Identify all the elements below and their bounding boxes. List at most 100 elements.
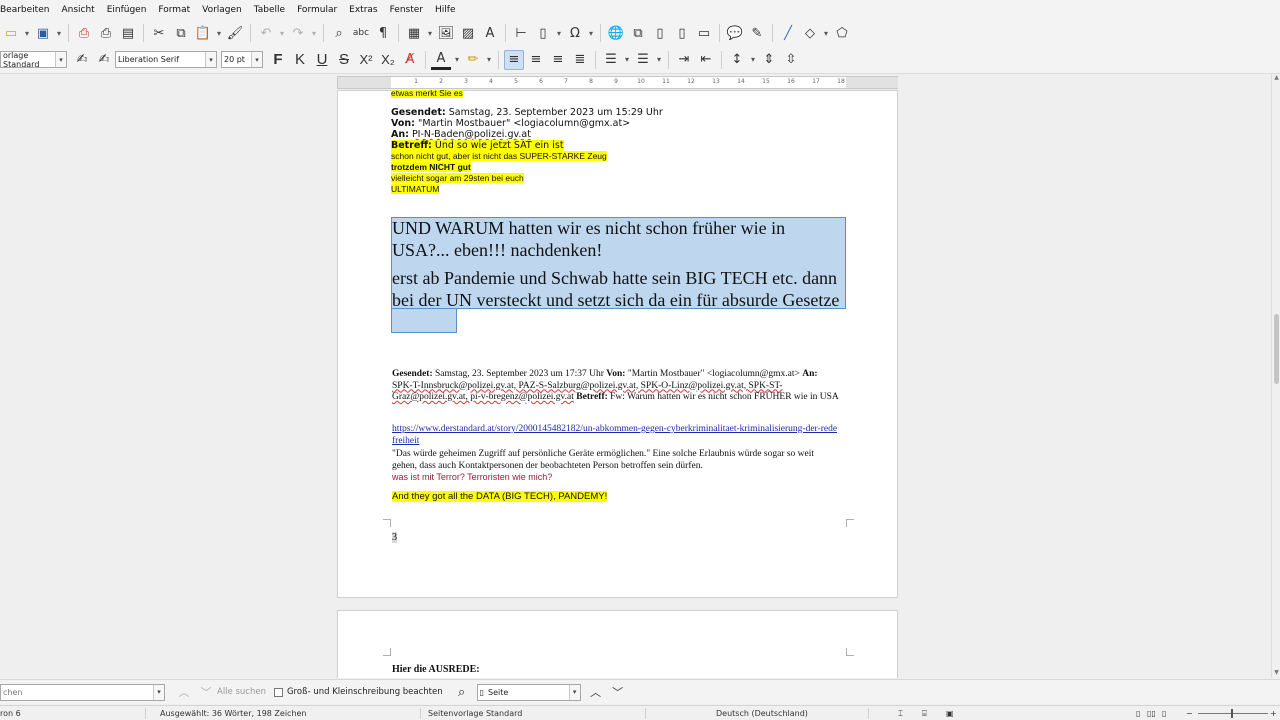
find-replace-icon[interactable]: ⌕	[452, 682, 472, 702]
open-folder-icon[interactable]: ▭	[1, 23, 21, 43]
print-preview-icon[interactable]: ▤	[118, 23, 138, 43]
find-previous-icon[interactable]: ︿	[174, 682, 194, 702]
insert-pagebreak-icon[interactable]: ⊢	[511, 23, 531, 43]
redo-icon[interactable]: ↷	[288, 23, 308, 43]
menu-bearbeiten[interactable]: Bearbeiten	[0, 5, 55, 15]
word-count-status[interactable]: Ausgewählt: 36 Wörter, 198 Zeichen	[160, 709, 307, 718]
selected-large-text[interactable]: UND WARUM hatten wir es nicht schon früh…	[392, 217, 842, 311]
numbered-list-icon[interactable]: ☰	[633, 50, 653, 70]
table-dropdown-icon[interactable]: ▾	[425, 23, 435, 43]
bold-button[interactable]: F	[267, 50, 289, 70]
find-search-input[interactable]: chen ▾	[0, 683, 165, 701]
clear-formatting-icon[interactable]: A̸	[400, 50, 420, 70]
insert-comment-icon[interactable]: 💬	[725, 23, 745, 43]
multi-page-view-icon[interactable]: ▯▯	[1147, 709, 1156, 718]
zoom-slider[interactable]	[1198, 713, 1268, 714]
navigate-next-icon[interactable]: ﹀	[608, 682, 628, 702]
selection-mode-icon[interactable]: ⌸	[922, 709, 927, 719]
find-replace-icon[interactable]: ⌕	[329, 23, 349, 43]
chevron-down-icon[interactable]: ▾	[568, 684, 580, 700]
align-center-icon[interactable]: ≡	[526, 50, 546, 70]
navigate-previous-icon[interactable]: ︿	[586, 682, 606, 702]
paragraph-spacing-decrease-icon[interactable]: ⇳	[781, 50, 801, 70]
paste-icon[interactable]: 📋	[193, 23, 213, 43]
draw-functions-icon[interactable]: ⬠	[832, 23, 852, 43]
menu-format[interactable]: Format	[152, 5, 196, 15]
italic-button[interactable]: K	[289, 50, 311, 70]
book-view-icon[interactable]: ▯	[1162, 709, 1166, 718]
document-modified-icon[interactable]: ▣	[946, 709, 954, 718]
new-style-icon[interactable]: ✍	[94, 50, 114, 70]
insert-line-icon[interactable]: ╱	[778, 23, 798, 43]
page-count-status[interactable]: ron 6	[0, 709, 21, 718]
field-dropdown-icon[interactable]: ▾	[554, 23, 564, 43]
font-color-dropdown-icon[interactable]: ▾	[452, 50, 462, 70]
find-next-icon[interactable]: ﹀	[196, 682, 216, 702]
insert-bookmark-icon[interactable]: ▯	[672, 23, 692, 43]
highlight-dropdown-icon[interactable]: ▾	[484, 50, 494, 70]
scroll-down-icon[interactable]: ▼	[1272, 669, 1280, 678]
export-pdf-icon[interactable]: ⎙	[74, 23, 94, 43]
menu-vorlagen[interactable]: Vorlagen	[196, 5, 248, 15]
save-icon[interactable]: ▣	[33, 23, 53, 43]
basic-shapes-icon[interactable]: ◇	[800, 23, 820, 43]
insert-image-icon[interactable]: 🖼	[436, 23, 456, 43]
decrease-indent-icon[interactable]: ⇤	[696, 50, 716, 70]
insert-textbox-icon[interactable]: A	[480, 23, 500, 43]
special-char-dropdown-icon[interactable]: ▾	[586, 23, 596, 43]
strikethrough-icon[interactable]: S	[333, 50, 355, 70]
vertical-scrollbar[interactable]: ▲ ▼	[1271, 74, 1280, 678]
menu-extras[interactable]: Extras	[343, 5, 383, 15]
clone-formatting-icon[interactable]: 🖌	[225, 23, 245, 43]
menu-einfuegen[interactable]: Einfügen	[101, 5, 153, 15]
font-color-icon[interactable]: A	[431, 50, 451, 70]
zoom-out-icon[interactable]: −	[1186, 709, 1193, 718]
insert-special-char-icon[interactable]: Ω	[565, 23, 585, 43]
undo-icon[interactable]: ↶	[256, 23, 276, 43]
insert-chart-icon[interactable]: ▨	[458, 23, 478, 43]
menu-fenster[interactable]: Fenster	[384, 5, 429, 15]
font-name-select[interactable]: Liberation Serif ▾	[115, 51, 217, 68]
bullet-dropdown-icon[interactable]: ▾	[622, 50, 632, 70]
scroll-up-icon[interactable]: ▲	[1272, 74, 1280, 83]
cut-icon[interactable]: ✂	[149, 23, 169, 43]
page-style-status[interactable]: Seitenvorlage Standard	[428, 709, 522, 718]
chevron-down-icon[interactable]: ▾	[251, 52, 262, 67]
menu-hilfe[interactable]: Hilfe	[429, 5, 461, 15]
menu-formular[interactable]: Formular	[291, 5, 343, 15]
insert-footnote-icon[interactable]: ⧉	[628, 23, 648, 43]
print-icon[interactable]: ⎙	[96, 23, 116, 43]
paste-dropdown-icon[interactable]: ▾	[214, 23, 224, 43]
update-style-icon[interactable]: ✍	[72, 50, 92, 70]
shapes-dropdown-icon[interactable]: ▾	[821, 23, 831, 43]
horizontal-ruler[interactable]: 1 2 3 4 5 6 7 8 9 10 11 12 13 14 15 16 17 18	[337, 76, 898, 89]
font-size-select[interactable]: 20 pt ▾	[221, 51, 263, 68]
numbered-dropdown-icon[interactable]: ▾	[654, 50, 664, 70]
article-hyperlink[interactable]: https://www.derstandard.at/story/2000145…	[392, 423, 840, 447]
match-case-checkbox[interactable]	[273, 687, 283, 697]
zoom-slider-thumb[interactable]	[1231, 709, 1233, 718]
insert-field-icon[interactable]: ▯	[533, 23, 553, 43]
highlighting-color-icon[interactable]: ✏	[463, 50, 483, 70]
align-justify-icon[interactable]: ≣	[570, 50, 590, 70]
single-page-view-icon[interactable]: ▯	[1136, 709, 1140, 718]
bullet-list-icon[interactable]: ☰	[601, 50, 621, 70]
track-changes-icon[interactable]: ✎	[747, 23, 767, 43]
menu-tabelle[interactable]: Tabelle	[248, 5, 291, 15]
undo-dropdown-icon[interactable]: ▾	[277, 23, 287, 43]
insert-crossref-icon[interactable]: ▭	[694, 23, 714, 43]
zoom-in-icon[interactable]: +	[1270, 709, 1277, 718]
paragraph-style-select[interactable]: orlage Standard ▾	[0, 51, 67, 69]
navigate-by-select[interactable]: ▯ Seite ▾	[476, 683, 581, 701]
chevron-down-icon[interactable]: ▾	[205, 52, 216, 67]
insert-table-icon[interactable]: ▦	[404, 23, 424, 43]
find-all-button[interactable]: Alle suchen	[217, 687, 266, 697]
scrollbar-thumb[interactable]	[1274, 314, 1279, 384]
insert-mode-icon[interactable]: ⌶	[898, 709, 903, 719]
redo-dropdown-icon[interactable]: ▾	[309, 23, 319, 43]
large-paragraph-2[interactable]: erst ab Pandemie und Schwab hatte sein B…	[392, 267, 842, 311]
chevron-down-icon[interactable]: ▾	[55, 52, 66, 67]
chevron-down-icon[interactable]: ▾	[153, 684, 164, 700]
align-left-icon[interactable]: ≡	[504, 49, 524, 70]
increase-indent-icon[interactable]: ⇥	[674, 50, 694, 70]
